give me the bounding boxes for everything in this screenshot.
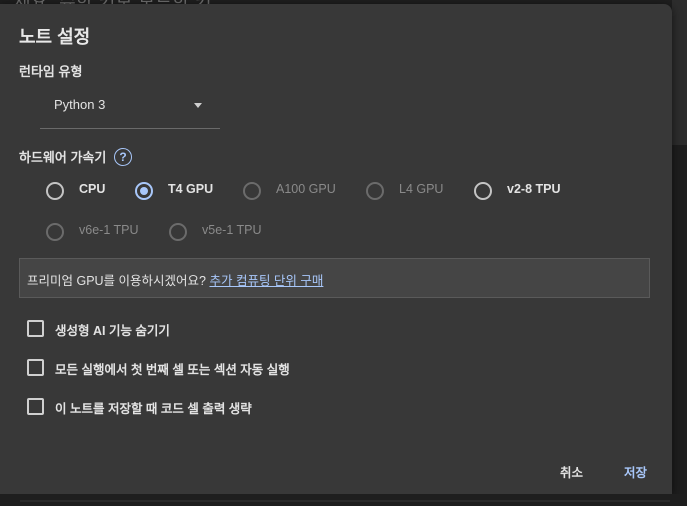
radio-label-t4-gpu: T4 GPU	[168, 182, 214, 196]
checkbox-box	[27, 359, 44, 376]
runtime-type-label: 런타임 유형	[19, 64, 83, 79]
radio-circle-disabled	[243, 182, 261, 200]
radio-circle-checked	[135, 182, 153, 200]
background-right-panel	[672, 0, 687, 145]
checkbox-label-omit-code-cell-output: 이 노트를 저장할 때 코드 셀 출력 생략	[55, 402, 252, 416]
runtime-type-value: Python 3	[54, 97, 106, 112]
radio-circle	[46, 182, 64, 200]
checkbox-box	[27, 398, 44, 415]
checkbox-box	[27, 320, 44, 337]
radio-label-l4-gpu: L4 GPU	[399, 182, 444, 196]
radio-circle-disabled	[366, 182, 384, 200]
radio-circle	[474, 182, 492, 200]
checkbox-label-hide-generative-ai: 생성형 AI 기능 숨기기	[55, 324, 170, 338]
dropdown-arrow-icon	[194, 103, 202, 108]
dialog-title: 노트 설정	[19, 27, 91, 47]
premium-gpu-question: 프리미엄 GPU를 이용하시겠어요?	[27, 274, 210, 288]
help-icon[interactable]: ?	[114, 148, 132, 166]
radio-label-v5e-1-tpu: v5e-1 TPU	[202, 223, 262, 237]
save-button[interactable]: 저장	[624, 462, 647, 481]
buy-compute-units-link[interactable]: 추가 컴퓨팅 단위 구매	[209, 274, 323, 288]
radio-label-v2-8-tpu: v2-8 TPU	[507, 182, 561, 196]
radio-label-v6e-1-tpu: v6e-1 TPU	[79, 223, 139, 237]
checkbox-label-auto-run-first-cell: 모든 실행에서 첫 번째 셀 또는 섹션 자동 실행	[55, 363, 290, 377]
radio-label-a100-gpu: A100 GPU	[276, 182, 336, 196]
premium-gpu-banner: 프리미엄 GPU를 이용하시겠어요? 추가 컴퓨팅 단위 구매	[19, 258, 650, 298]
notebook-settings-dialog: 노트 설정 런타임 유형 Python 3 하드웨어 가속기 ? CPU T4 …	[0, 4, 672, 494]
background-bottom	[0, 494, 687, 506]
radio-label-cpu: CPU	[79, 182, 106, 196]
premium-gpu-text: 프리미엄 GPU를 이용하시겠어요? 추가 컴퓨팅 단위 구매	[27, 270, 323, 289]
cancel-button[interactable]: 취소	[560, 462, 583, 481]
runtime-type-select[interactable]: Python 3	[40, 86, 220, 129]
radio-circle-disabled	[169, 223, 187, 241]
hardware-accelerator-label: 하드웨어 가속기	[19, 150, 107, 165]
radio-circle-disabled	[46, 223, 64, 241]
